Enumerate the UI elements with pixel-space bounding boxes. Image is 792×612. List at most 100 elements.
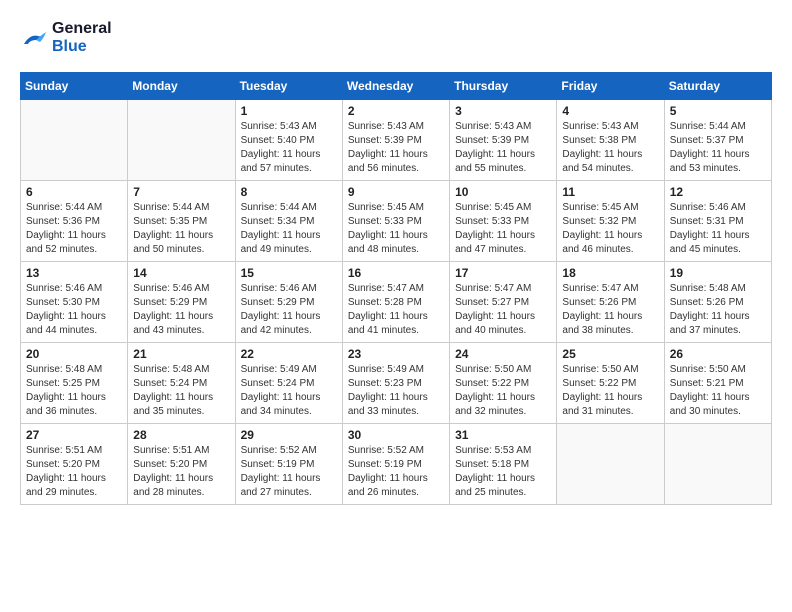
day-info: Sunrise: 5:47 AM Sunset: 5:26 PM Dayligh… [562, 282, 658, 338]
day-info: Sunrise: 5:50 AM Sunset: 5:21 PM Dayligh… [670, 363, 766, 419]
day-info: Sunrise: 5:48 AM Sunset: 5:25 PM Dayligh… [26, 363, 122, 419]
day-number: 22 [241, 347, 337, 361]
calendar-day-cell: 13 Sunrise: 5:46 AM Sunset: 5:30 PM Dayli… [21, 262, 128, 343]
day-info: Sunrise: 5:50 AM Sunset: 5:22 PM Dayligh… [562, 363, 658, 419]
calendar-day-cell: 5 Sunrise: 5:44 AM Sunset: 5:37 PM Daylig… [664, 100, 771, 181]
calendar-day-cell: 8 Sunrise: 5:44 AM Sunset: 5:34 PM Daylig… [235, 181, 342, 262]
day-info: Sunrise: 5:52 AM Sunset: 5:19 PM Dayligh… [241, 444, 337, 500]
day-info: Sunrise: 5:46 AM Sunset: 5:31 PM Dayligh… [670, 201, 766, 257]
day-info: Sunrise: 5:52 AM Sunset: 5:19 PM Dayligh… [348, 444, 444, 500]
calendar-header-row: SundayMondayTuesdayWednesdayThursdayFrid… [21, 73, 772, 100]
day-number: 4 [562, 104, 658, 118]
day-number: 5 [670, 104, 766, 118]
day-number: 8 [241, 185, 337, 199]
day-info: Sunrise: 5:46 AM Sunset: 5:29 PM Dayligh… [241, 282, 337, 338]
calendar-day-cell: 1Sunrise: 5:43 AM Sunset: 5:40 PM Daylig… [235, 100, 342, 181]
calendar-day-cell: 7 Sunrise: 5:44 AM Sunset: 5:35 PM Daylig… [128, 181, 235, 262]
day-number: 9 [348, 185, 444, 199]
weekday-header: Thursday [450, 73, 557, 100]
day-info: Sunrise: 5:51 AM Sunset: 5:20 PM Dayligh… [26, 444, 122, 500]
calendar-day-cell: 11 Sunrise: 5:45 AM Sunset: 5:32 PM Dayli… [557, 181, 664, 262]
calendar-day-cell: 17 Sunrise: 5:47 AM Sunset: 5:27 PM Dayli… [450, 262, 557, 343]
weekday-header: Wednesday [342, 73, 449, 100]
day-number: 7 [133, 185, 229, 199]
day-number: 30 [348, 428, 444, 442]
calendar-week-row: 1Sunrise: 5:43 AM Sunset: 5:40 PM Daylig… [21, 100, 772, 181]
calendar-week-row: 13 Sunrise: 5:46 AM Sunset: 5:30 PM Dayli… [21, 262, 772, 343]
calendar-day-cell [664, 424, 771, 505]
calendar-day-cell: 30 Sunrise: 5:52 AM Sunset: 5:19 PM Dayli… [342, 424, 449, 505]
calendar-day-cell: 19 Sunrise: 5:48 AM Sunset: 5:26 PM Dayli… [664, 262, 771, 343]
weekday-header: Tuesday [235, 73, 342, 100]
day-info: Sunrise: 5:46 AM Sunset: 5:29 PM Dayligh… [133, 282, 229, 338]
day-number: 1 [241, 104, 337, 118]
day-info: Sunrise: 5:48 AM Sunset: 5:26 PM Dayligh… [670, 282, 766, 338]
calendar-week-row: 6 Sunrise: 5:44 AM Sunset: 5:36 PM Daylig… [21, 181, 772, 262]
calendar-day-cell: 15Sunrise: 5:46 AM Sunset: 5:29 PM Dayli… [235, 262, 342, 343]
day-info: Sunrise: 5:53 AM Sunset: 5:18 PM Dayligh… [455, 444, 551, 500]
day-info: Sunrise: 5:49 AM Sunset: 5:24 PM Dayligh… [241, 363, 337, 419]
day-number: 14 [133, 266, 229, 280]
calendar-day-cell: 2Sunrise: 5:43 AM Sunset: 5:39 PM Daylig… [342, 100, 449, 181]
day-number: 29 [241, 428, 337, 442]
calendar-day-cell: 20 Sunrise: 5:48 AM Sunset: 5:25 PM Dayli… [21, 343, 128, 424]
calendar-day-cell: 25 Sunrise: 5:50 AM Sunset: 5:22 PM Dayli… [557, 343, 664, 424]
calendar-day-cell [128, 100, 235, 181]
day-number: 19 [670, 266, 766, 280]
calendar-day-cell: 10 Sunrise: 5:45 AM Sunset: 5:33 PM Dayli… [450, 181, 557, 262]
calendar-day-cell [557, 424, 664, 505]
calendar-day-cell: 6 Sunrise: 5:44 AM Sunset: 5:36 PM Daylig… [21, 181, 128, 262]
day-number: 25 [562, 347, 658, 361]
page-header: General Blue [20, 20, 772, 56]
day-number: 26 [670, 347, 766, 361]
calendar-day-cell: 9 Sunrise: 5:45 AM Sunset: 5:33 PM Daylig… [342, 181, 449, 262]
day-info: Sunrise: 5:50 AM Sunset: 5:22 PM Dayligh… [455, 363, 551, 419]
calendar-day-cell: 12Sunrise: 5:46 AM Sunset: 5:31 PM Dayli… [664, 181, 771, 262]
calendar-day-cell: 27 Sunrise: 5:51 AM Sunset: 5:20 PM Dayli… [21, 424, 128, 505]
day-info: Sunrise: 5:44 AM Sunset: 5:34 PM Dayligh… [241, 201, 337, 257]
day-number: 18 [562, 266, 658, 280]
day-number: 28 [133, 428, 229, 442]
day-number: 27 [26, 428, 122, 442]
day-number: 31 [455, 428, 551, 442]
day-info: Sunrise: 5:46 AM Sunset: 5:30 PM Dayligh… [26, 282, 122, 338]
day-info: Sunrise: 5:43 AM Sunset: 5:39 PM Dayligh… [348, 120, 444, 176]
calendar-day-cell: 18 Sunrise: 5:47 AM Sunset: 5:26 PM Dayli… [557, 262, 664, 343]
day-info: Sunrise: 5:45 AM Sunset: 5:33 PM Dayligh… [348, 201, 444, 257]
calendar-week-row: 20 Sunrise: 5:48 AM Sunset: 5:25 PM Dayli… [21, 343, 772, 424]
logo: General Blue [20, 20, 112, 56]
calendar-day-cell: 3Sunrise: 5:43 AM Sunset: 5:39 PM Daylig… [450, 100, 557, 181]
calendar-day-cell: 26 Sunrise: 5:50 AM Sunset: 5:21 PM Dayli… [664, 343, 771, 424]
calendar-table: SundayMondayTuesdayWednesdayThursdayFrid… [20, 72, 772, 505]
day-info: Sunrise: 5:47 AM Sunset: 5:27 PM Dayligh… [455, 282, 551, 338]
day-info: Sunrise: 5:47 AM Sunset: 5:28 PM Dayligh… [348, 282, 444, 338]
calendar-day-cell: 28Sunrise: 5:51 AM Sunset: 5:20 PM Dayli… [128, 424, 235, 505]
day-number: 17 [455, 266, 551, 280]
day-info: Sunrise: 5:45 AM Sunset: 5:32 PM Dayligh… [562, 201, 658, 257]
day-info: Sunrise: 5:44 AM Sunset: 5:36 PM Dayligh… [26, 201, 122, 257]
day-number: 3 [455, 104, 551, 118]
calendar-day-cell [21, 100, 128, 181]
day-number: 13 [26, 266, 122, 280]
logo-text: General Blue [52, 20, 112, 56]
day-number: 20 [26, 347, 122, 361]
calendar-day-cell: 23Sunrise: 5:49 AM Sunset: 5:23 PM Dayli… [342, 343, 449, 424]
calendar-day-cell: 24 Sunrise: 5:50 AM Sunset: 5:22 PM Dayli… [450, 343, 557, 424]
logo-icon [20, 26, 48, 50]
day-info: Sunrise: 5:44 AM Sunset: 5:35 PM Dayligh… [133, 201, 229, 257]
day-number: 6 [26, 185, 122, 199]
day-info: Sunrise: 5:44 AM Sunset: 5:37 PM Dayligh… [670, 120, 766, 176]
day-number: 10 [455, 185, 551, 199]
calendar-day-cell: 14 Sunrise: 5:46 AM Sunset: 5:29 PM Dayli… [128, 262, 235, 343]
day-number: 21 [133, 347, 229, 361]
calendar-day-cell: 22 Sunrise: 5:49 AM Sunset: 5:24 PM Dayli… [235, 343, 342, 424]
day-number: 24 [455, 347, 551, 361]
calendar-day-cell: 4 Sunrise: 5:43 AM Sunset: 5:38 PM Daylig… [557, 100, 664, 181]
calendar-day-cell: 31 Sunrise: 5:53 AM Sunset: 5:18 PM Dayli… [450, 424, 557, 505]
calendar-day-cell: 16Sunrise: 5:47 AM Sunset: 5:28 PM Dayli… [342, 262, 449, 343]
day-info: Sunrise: 5:45 AM Sunset: 5:33 PM Dayligh… [455, 201, 551, 257]
day-info: Sunrise: 5:43 AM Sunset: 5:38 PM Dayligh… [562, 120, 658, 176]
weekday-header: Saturday [664, 73, 771, 100]
day-number: 11 [562, 185, 658, 199]
day-number: 23 [348, 347, 444, 361]
